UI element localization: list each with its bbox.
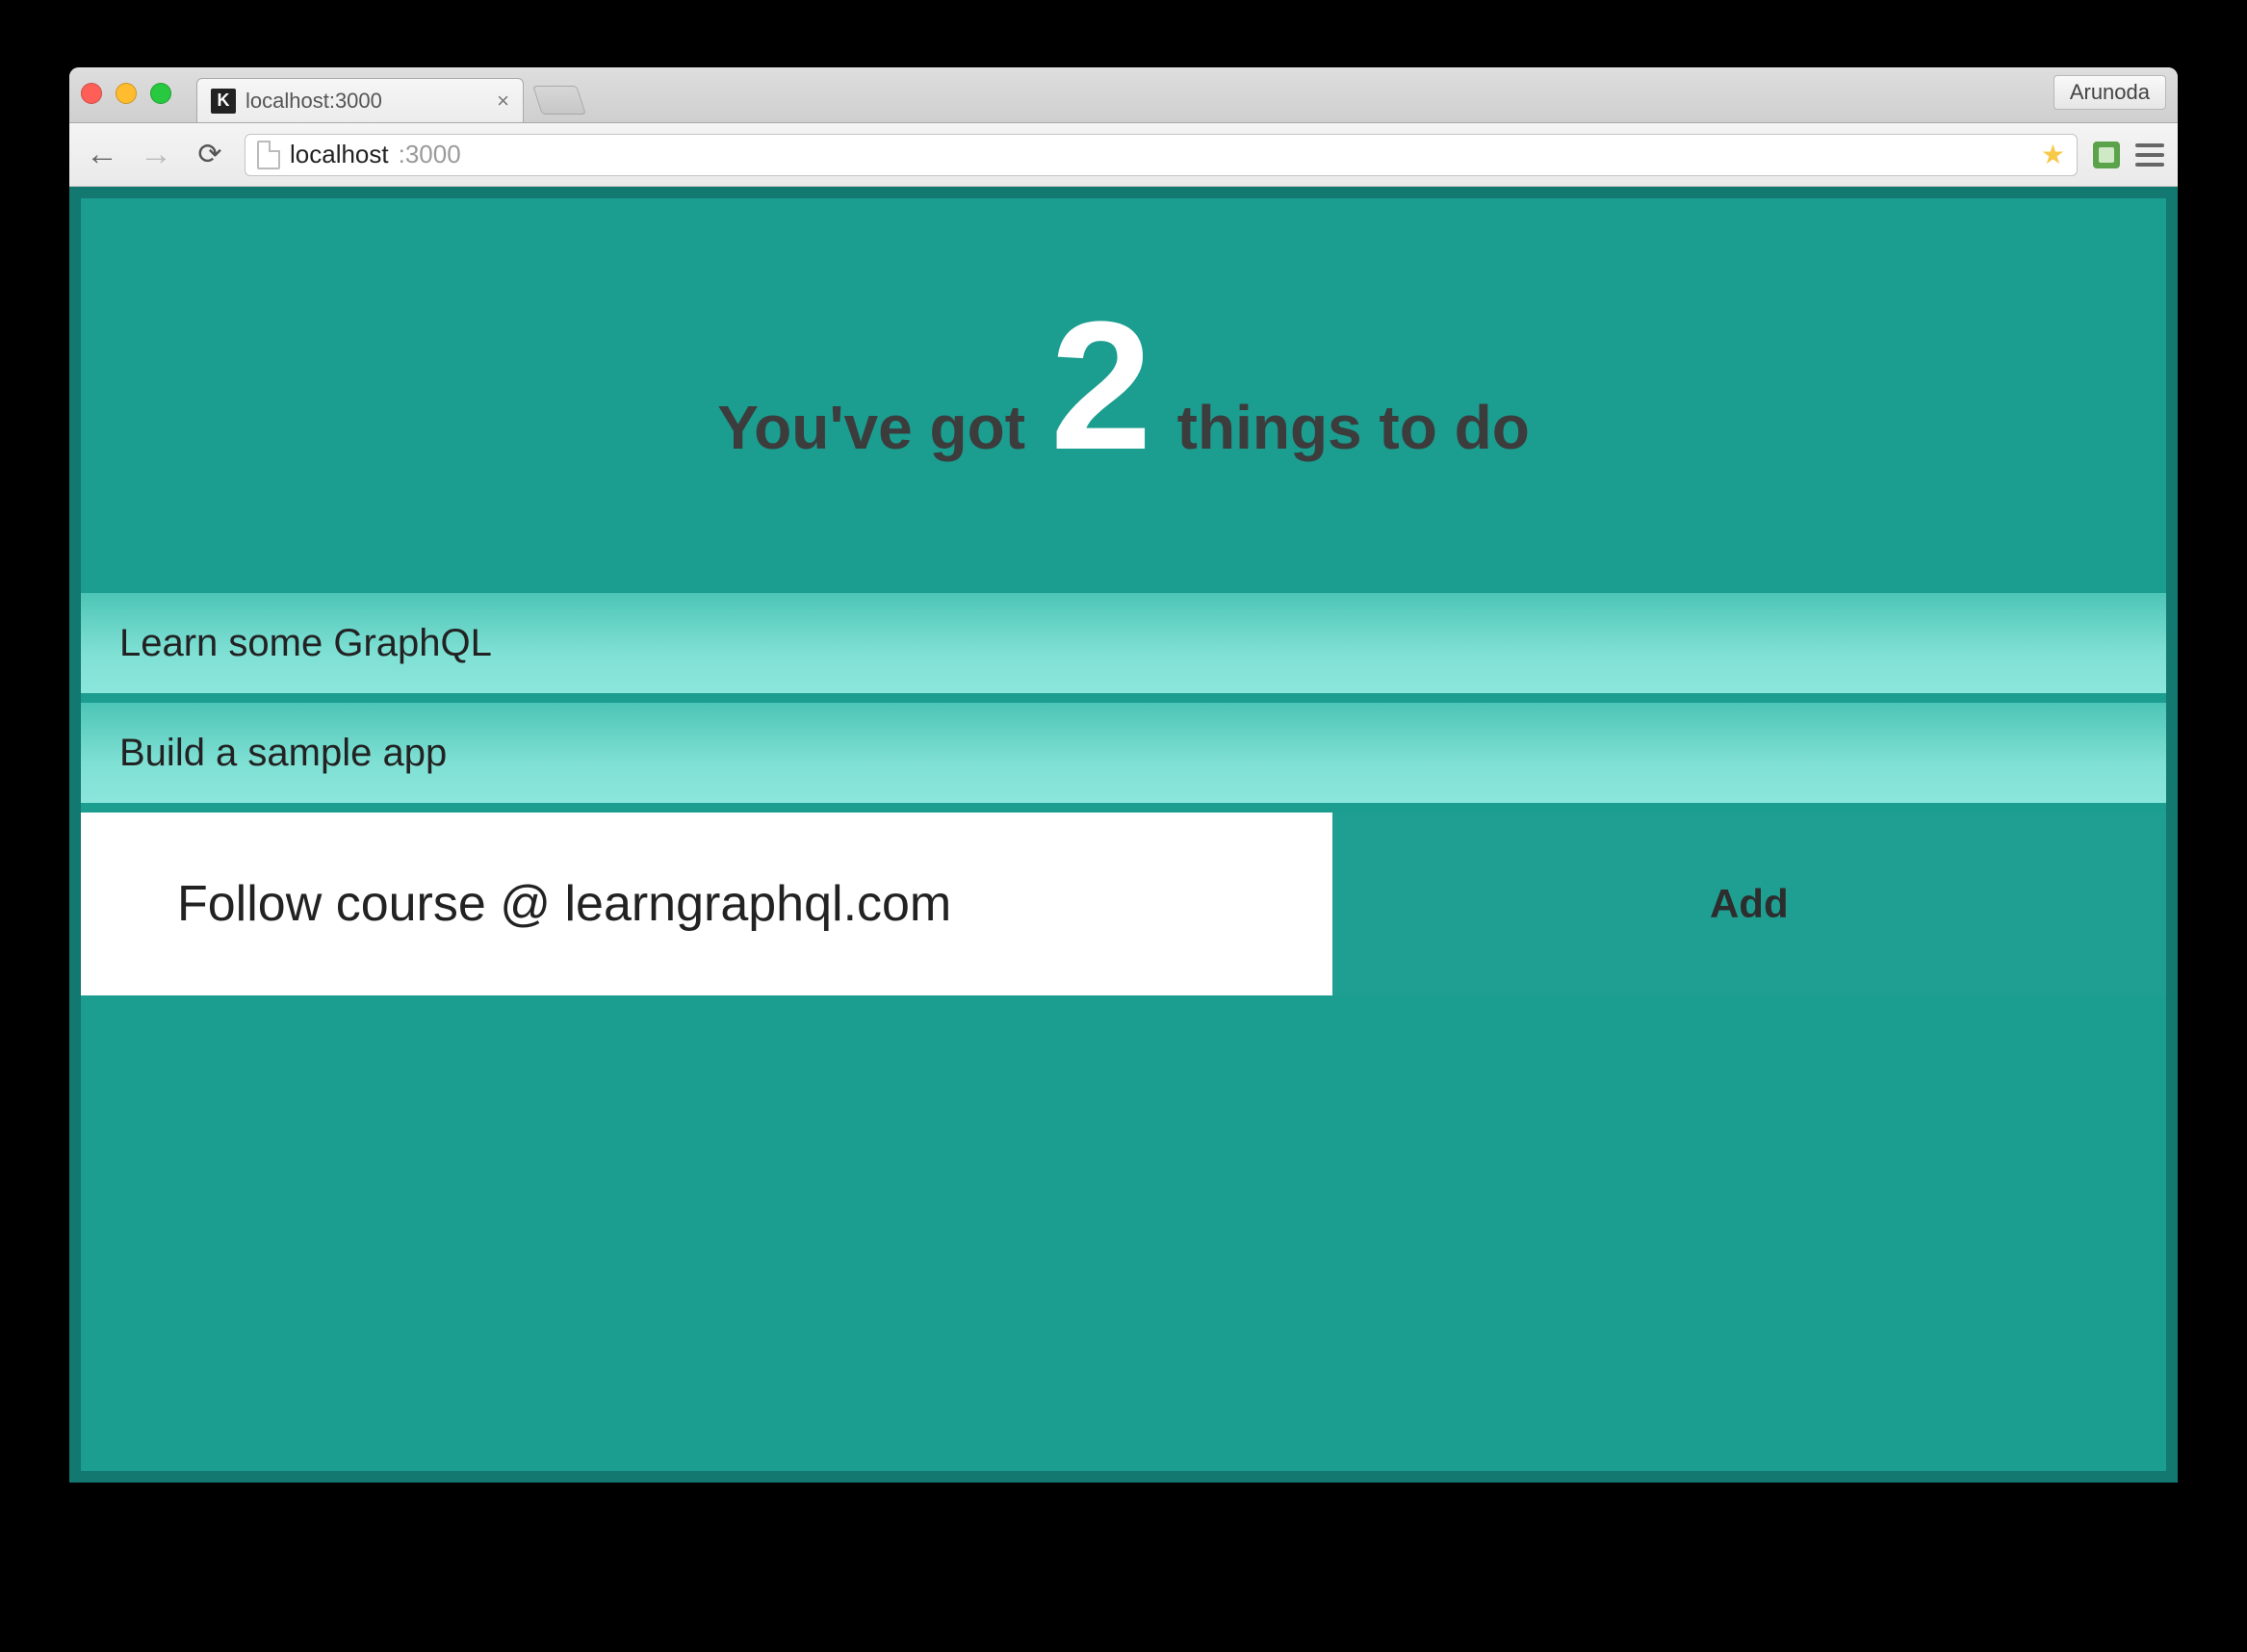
app-header: You've got 2 things to do [81,198,2166,593]
forward-button[interactable]: → [137,136,175,173]
profile-button[interactable]: Arunoda [2053,75,2166,110]
page-viewport: You've got 2 things to do Learn some Gra… [69,187,2178,1483]
todo-text: Build a sample app [119,732,447,775]
address-bar[interactable]: localhost :3000 ★ [245,134,2078,176]
browser-window: K localhost:3000 × Arunoda ← → ⟳ localho… [69,67,2178,1483]
hamburger-menu-icon[interactable] [2135,143,2164,167]
header-lead-text: You've got [717,392,1025,463]
add-button[interactable]: Add [1332,813,2166,995]
tab-favicon-icon: K [211,89,236,114]
window-close-button[interactable] [81,83,102,104]
browser-tab[interactable]: K localhost:3000 × [196,78,524,122]
tab-title: localhost:3000 [245,89,382,114]
window-zoom-button[interactable] [150,83,171,104]
todo-list: Learn some GraphQL Build a sample app [81,593,2166,813]
url-host: localhost [290,140,389,169]
bookmark-star-icon[interactable]: ★ [2041,139,2065,170]
header-line: You've got 2 things to do [717,295,1530,478]
site-page-icon [257,141,280,169]
new-todo-input[interactable] [81,813,1332,995]
browser-toolbar: ← → ⟳ localhost :3000 ★ [69,123,2178,187]
extension-icon[interactable] [2093,142,2120,168]
window-controls [81,67,171,122]
tab-bar: K localhost:3000 × Arunoda [69,67,2178,123]
header-trail-text: things to do [1177,392,1530,463]
todo-count: 2 [1050,295,1152,478]
reload-button[interactable]: ⟳ [191,138,229,171]
todo-app: You've got 2 things to do Learn some Gra… [81,198,2166,1471]
todo-text: Learn some GraphQL [119,622,492,665]
back-button[interactable]: ← [83,136,121,173]
url-port: :3000 [399,140,461,169]
todo-item[interactable]: Build a sample app [81,703,2166,813]
tab-close-icon[interactable]: × [497,89,509,114]
todo-item[interactable]: Learn some GraphQL [81,593,2166,703]
window-minimize-button[interactable] [116,83,137,104]
add-todo-row: Add [81,813,2166,995]
new-tab-button[interactable] [532,86,586,115]
